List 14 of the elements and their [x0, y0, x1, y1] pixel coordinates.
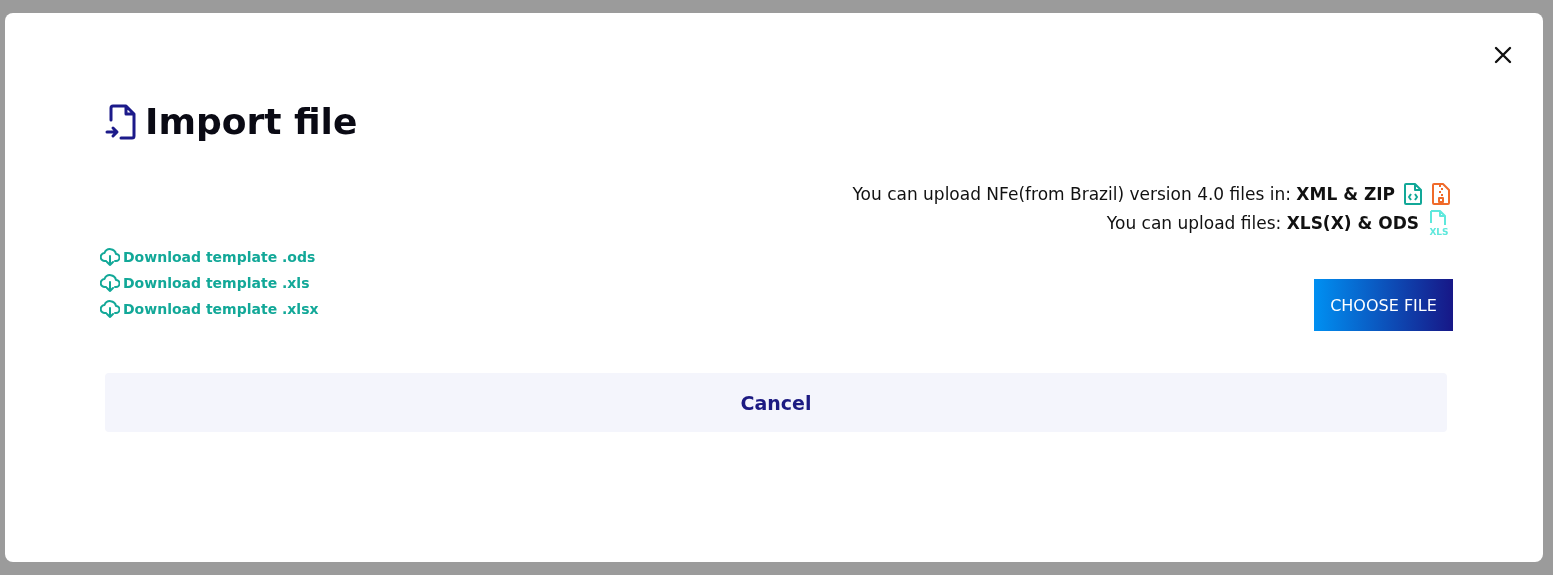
upload-info-text: You can upload NFe(from Brazil) version 4.0 files in: XML & ZIP [852, 184, 1395, 204]
code-file-icon [1403, 182, 1423, 206]
file-import-icon [105, 103, 139, 140]
cloud-download-icon [100, 274, 120, 292]
download-template-link[interactable]: Download template .xls [100, 274, 319, 292]
cloud-download-icon [100, 300, 120, 318]
dialog-title: Import file [145, 101, 358, 142]
zip-file-icon [1431, 182, 1451, 206]
cancel-button[interactable]: Cancel [105, 373, 1447, 432]
choose-file-button[interactable]: CHOOSE FILE [1314, 279, 1453, 331]
download-template-link[interactable]: Download template .ods [100, 248, 319, 266]
download-template-link[interactable]: Download template .xlsx [100, 300, 319, 318]
cloud-download-icon [100, 248, 120, 266]
upload-info-text: You can upload files: XLS(X) & ODS [1106, 213, 1419, 233]
